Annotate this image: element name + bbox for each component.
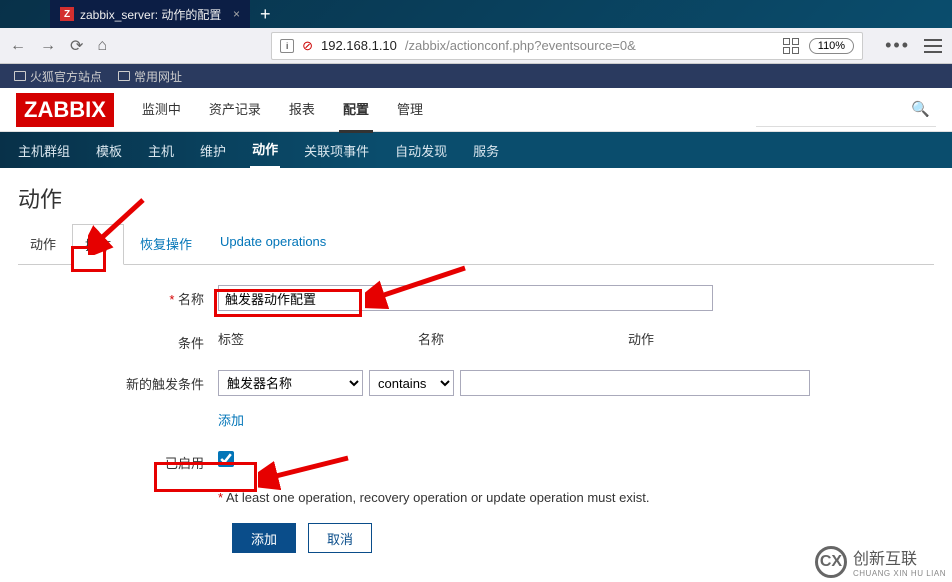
page-actions-icon[interactable]: ••• [885,35,910,56]
global-search[interactable]: 🔍 [756,93,936,127]
qr-icon[interactable] [783,38,799,54]
bookmark-label: 常用网址 [134,68,182,85]
watermark: CX 创新互联 CHUANG XIN HU LIAN [815,545,946,578]
subnav-services[interactable]: 服务 [471,133,501,168]
subnav-hosts[interactable]: 主机 [146,133,176,168]
label-new-condition: 新的触发条件 [18,370,218,393]
zabbix-logo[interactable]: ZABBIX [16,93,114,127]
shield-info-icon[interactable]: i [280,39,294,53]
url-host: 192.168.1.10 [321,38,397,53]
warning-text: At least one operation, recovery operati… [218,490,649,505]
forward-button[interactable]: → [40,37,56,55]
page-title: 动作 [0,168,952,224]
subnav-maintenance[interactable]: 维护 [198,133,228,168]
tab-action[interactable]: 动作 [18,224,68,264]
form-tabs: 动作 操作 恢复操作 Update operations [18,224,934,265]
url-path: /zabbix/actionconf.php?eventsource=0& [405,38,636,53]
condition-operator-select[interactable]: contains [369,370,454,396]
search-icon: 🔍 [911,100,930,118]
new-tab-button[interactable]: + [260,4,271,25]
add-button[interactable]: 添加 [232,523,296,553]
watermark-sub: CHUANG XIN HU LIAN [853,569,946,578]
nav-configuration[interactable]: 配置 [339,87,373,133]
security-slash-icon: ⊘ [302,38,313,54]
browser-tab-active[interactable]: Z zabbix_server: 动作的配置 × [50,0,250,28]
zoom-level[interactable]: 110% [809,38,854,54]
url-bar[interactable]: i ⊘ 192.168.1.10/zabbix/actionconf.php?e… [271,32,863,60]
nav-monitoring[interactable]: 监测中 [138,87,185,133]
subnav-correlation[interactable]: 关联项事件 [302,133,371,168]
add-condition-link[interactable]: 添加 [218,413,244,428]
tab-update-operations[interactable]: Update operations [208,224,338,264]
nav-inventory[interactable]: 资产记录 [205,87,265,133]
watermark-logo-icon: CX [815,546,847,578]
subnav-hostgroups[interactable]: 主机群组 [16,133,72,168]
tab-operations[interactable]: 操作 [72,224,124,265]
home-button[interactable]: ⌂ [97,37,107,55]
condition-value-input[interactable] [460,370,810,396]
label-name: 名称 [18,285,218,308]
back-button[interactable]: ← [10,37,26,55]
folder-icon [118,71,130,81]
watermark-brand: 创新互联 [853,545,946,569]
close-icon[interactable]: × [233,7,240,21]
bookmarks-bar: 火狐官方站点 常用网址 [0,64,952,88]
browser-tab-strip: Z zabbix_server: 动作的配置 × + [0,0,952,28]
hamburger-menu-icon[interactable] [924,39,942,53]
browser-toolbar: ← → ⟳ ⌂ i ⊘ 192.168.1.10/zabbix/actionco… [0,28,952,64]
nav-reports[interactable]: 报表 [285,87,319,133]
condition-headers: 标签 名称 动作 [218,329,918,348]
bookmark-item[interactable]: 常用网址 [118,68,182,85]
label-enabled: 已启用 [18,449,218,472]
form-area: 名称 条件 标签 名称 动作 新的触发条件 触发器名称 contains [0,265,952,573]
subnav-actions[interactable]: 动作 [250,131,280,169]
nav-administration[interactable]: 管理 [393,87,427,133]
tab-favicon: Z [60,7,74,21]
cond-header-action: 动作 [628,329,778,348]
condition-type-select[interactable]: 触发器名称 [218,370,363,396]
subnav-discovery[interactable]: 自动发现 [393,133,449,168]
cond-header-name: 名称 [418,329,628,348]
tab-title: zabbix_server: 动作的配置 [80,6,221,23]
name-input[interactable] [218,285,713,311]
label-conditions: 条件 [18,329,218,352]
cancel-button[interactable]: 取消 [308,523,372,553]
subnav-templates[interactable]: 模板 [94,133,124,168]
bookmark-label: 火狐官方站点 [30,68,102,85]
folder-icon [14,71,26,81]
app-header: ZABBIX 监测中 资产记录 报表 配置 管理 🔍 [0,88,952,132]
tab-recovery[interactable]: 恢复操作 [128,224,204,264]
reload-button[interactable]: ⟳ [70,36,83,56]
sub-nav: 主机群组 模板 主机 维护 动作 关联项事件 自动发现 服务 [0,132,952,168]
cond-header-tag: 标签 [218,329,418,348]
main-nav: 监测中 资产记录 报表 配置 管理 [138,87,427,133]
enabled-checkbox[interactable] [218,451,234,467]
bookmark-item[interactable]: 火狐官方站点 [14,68,102,85]
